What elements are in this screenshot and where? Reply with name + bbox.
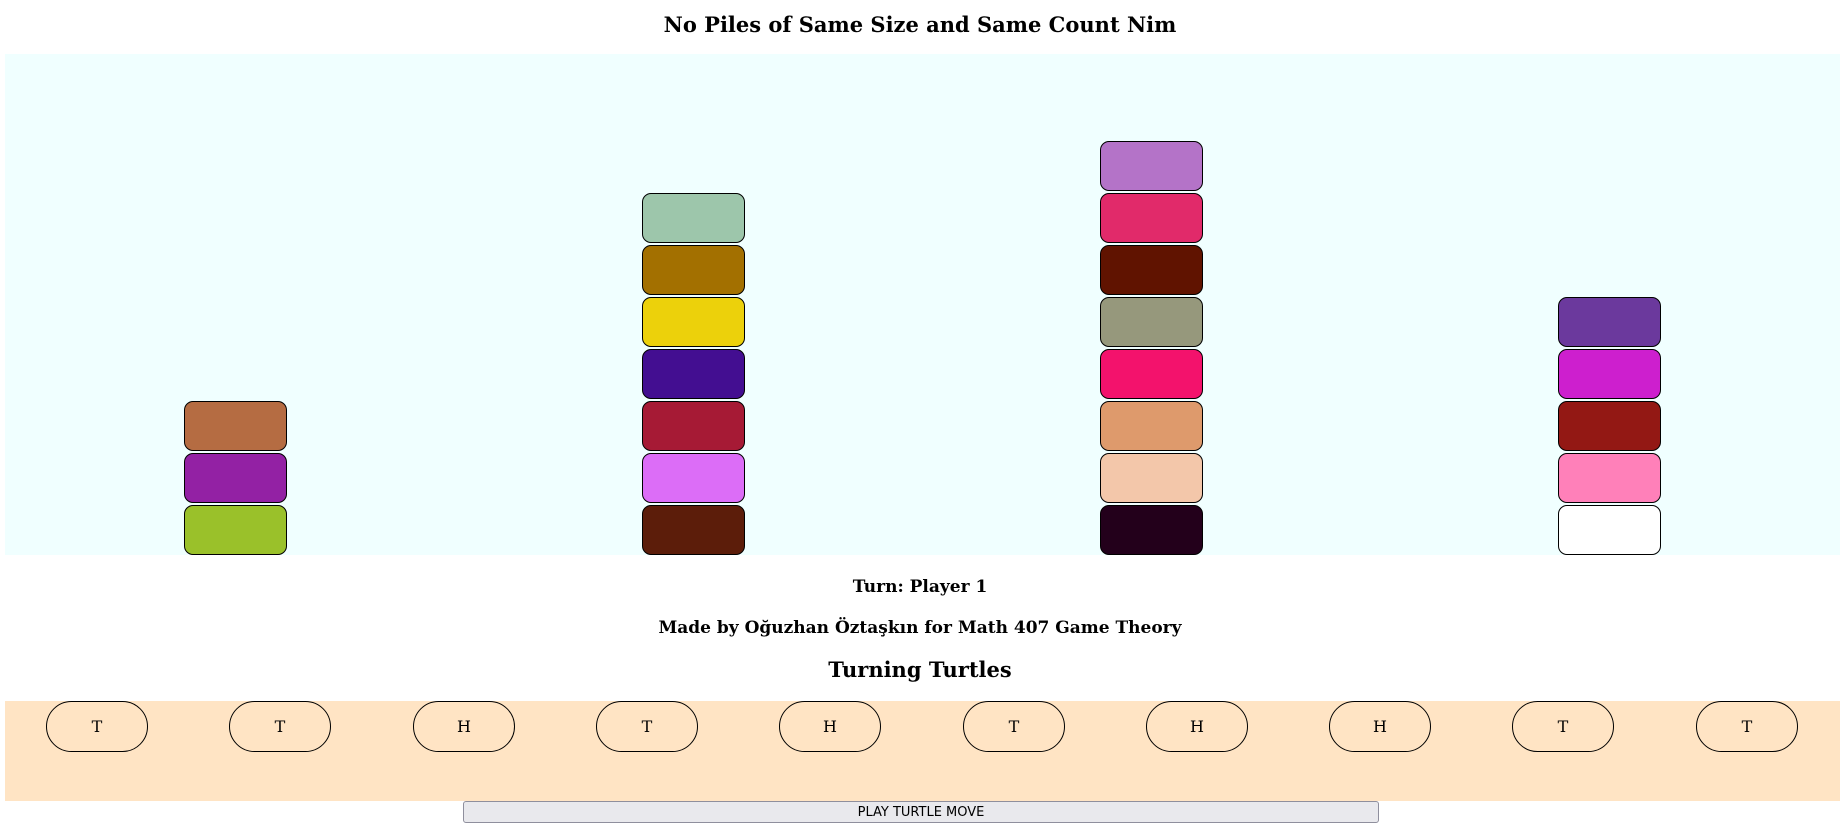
nim-block[interactable] — [1100, 193, 1203, 243]
nim-block[interactable] — [642, 453, 745, 503]
turtles-title: Turning Turtles — [828, 657, 1012, 682]
turtle-coin[interactable]: T — [1696, 701, 1798, 752]
nim-block[interactable] — [184, 401, 287, 451]
nim-pile-1 — [184, 399, 287, 555]
turtle-coin[interactable]: T — [1512, 701, 1614, 752]
turtle-coin[interactable]: T — [229, 701, 331, 752]
nim-block[interactable] — [1100, 349, 1203, 399]
turn-indicator: Turn: Player 1 — [852, 577, 988, 597]
nim-block[interactable] — [1558, 453, 1661, 503]
nim-block[interactable] — [1100, 401, 1203, 451]
turtle-coin[interactable]: T — [596, 701, 698, 752]
nim-block[interactable] — [184, 505, 287, 555]
nim-block[interactable] — [642, 505, 745, 555]
nim-block[interactable] — [642, 401, 745, 451]
nim-block[interactable] — [642, 349, 745, 399]
nim-pile-4 — [1558, 295, 1661, 555]
nim-pile-3 — [1100, 139, 1203, 555]
nim-block[interactable] — [1558, 297, 1661, 347]
nim-block[interactable] — [642, 193, 745, 243]
turtle-coin[interactable]: H — [779, 701, 881, 752]
nim-block[interactable] — [1100, 505, 1203, 555]
turtle-coin[interactable]: H — [1329, 701, 1431, 752]
nim-block[interactable] — [1100, 453, 1203, 503]
nim-block[interactable] — [1100, 245, 1203, 295]
turtle-coin[interactable]: T — [46, 701, 148, 752]
game-title: No Piles of Same Size and Same Count Nim — [663, 12, 1177, 37]
nim-block[interactable] — [1558, 349, 1661, 399]
turtle-coin[interactable]: H — [413, 701, 515, 752]
nim-block[interactable] — [1558, 505, 1661, 555]
nim-block[interactable] — [642, 245, 745, 295]
nim-block[interactable] — [1558, 401, 1661, 451]
credit-text: Made by Oğuzhan Öztaşkın for Math 407 Ga… — [658, 618, 1182, 638]
nim-block[interactable] — [1100, 141, 1203, 191]
turtle-board: TTHTHTHHTT — [5, 701, 1840, 801]
turtle-coin[interactable]: H — [1146, 701, 1248, 752]
turtle-coin[interactable]: T — [963, 701, 1065, 752]
nim-block[interactable] — [642, 297, 745, 347]
play-turtle-move-button[interactable]: PLAY TURTLE MOVE — [463, 801, 1379, 823]
nim-board — [5, 54, 1840, 555]
nim-block[interactable] — [1100, 297, 1203, 347]
nim-block[interactable] — [184, 453, 287, 503]
nim-pile-2 — [642, 191, 745, 555]
